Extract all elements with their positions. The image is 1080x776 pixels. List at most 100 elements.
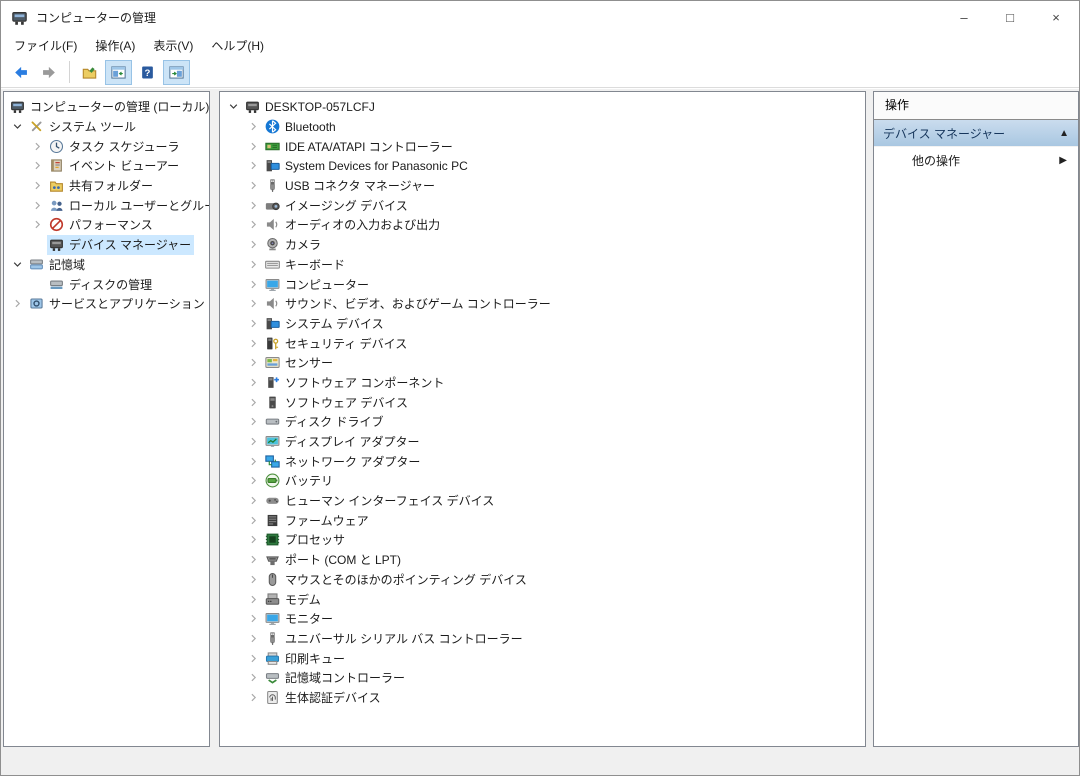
chevron-collapsed-icon[interactable] — [244, 356, 263, 370]
chevron-collapsed-icon[interactable] — [244, 257, 263, 271]
console-tree-item-shared-folders[interactable]: 共有フォルダー — [4, 176, 209, 196]
device-category-cameras[interactable]: カメラ — [220, 235, 865, 255]
menu-file[interactable]: ファイル(F) — [5, 34, 86, 57]
device-category-display-adapters[interactable]: ディスプレイ アダプター — [220, 432, 865, 452]
chevron-collapsed-icon[interactable] — [244, 395, 263, 409]
chevron-collapsed-icon[interactable] — [8, 297, 27, 311]
device-category-mice-pointing-devices[interactable]: マウスとそのほかのポインティング デバイス — [220, 570, 865, 590]
console-tree-item-device-manager[interactable]: デバイス マネージャー — [4, 235, 209, 255]
device-category-audio-inputs-outputs[interactable]: オーディオの入力および出力 — [220, 215, 865, 235]
chevron-collapsed-icon[interactable] — [244, 553, 263, 567]
chevron-collapsed-icon[interactable] — [244, 238, 263, 252]
chevron-collapsed-icon[interactable] — [244, 218, 263, 232]
back-button[interactable] — [7, 60, 34, 85]
console-tree-item-performance[interactable]: パフォーマンス — [4, 215, 209, 235]
chevron-collapsed-icon[interactable] — [244, 690, 263, 704]
chevron-collapsed-icon[interactable] — [244, 277, 263, 291]
folder-up-button[interactable] — [76, 60, 103, 85]
chevron-expanded-icon[interactable] — [8, 257, 27, 271]
chevron-collapsed-icon[interactable] — [28, 159, 47, 173]
device-category-print-queues[interactable]: 印刷キュー — [220, 648, 865, 668]
console-tree-item-local-users-groups[interactable]: ローカル ユーザーとグループ — [4, 195, 209, 215]
device-category-storage-controllers[interactable]: 記憶域コントローラー — [220, 668, 865, 688]
device-category-usb-controllers[interactable]: ユニバーサル シリアル バス コントローラー — [220, 629, 865, 649]
console-tree-item-computer-management[interactable]: コンピューターの管理 (ローカル) — [4, 97, 209, 117]
chevron-collapsed-icon[interactable] — [244, 375, 263, 389]
chevron-expanded-icon[interactable] — [8, 120, 27, 134]
device-category-sensors[interactable]: センサー — [220, 353, 865, 373]
chevron-collapsed-icon[interactable] — [244, 316, 263, 330]
chevron-collapsed-icon[interactable] — [244, 592, 263, 606]
chevron-collapsed-icon[interactable] — [244, 513, 263, 527]
device-category-monitors[interactable]: モニター — [220, 609, 865, 629]
device-category-human-interface-devices[interactable]: ヒューマン インターフェイス デバイス — [220, 491, 865, 511]
chevron-collapsed-icon[interactable] — [244, 297, 263, 311]
device-category-modems[interactable]: モデム — [220, 589, 865, 609]
chevron-collapsed-icon[interactable] — [244, 159, 263, 173]
tree-item-label: プロセッサ — [285, 531, 345, 548]
device-category-network-adapters[interactable]: ネットワーク アダプター — [220, 451, 865, 471]
console-tree-item-disk-management[interactable]: ディスクの管理 — [4, 274, 209, 294]
help-button[interactable]: ? — [134, 60, 161, 85]
chevron-collapsed-icon[interactable] — [244, 474, 263, 488]
console-tree-item-system-tools[interactable]: システム ツール — [4, 117, 209, 137]
device-category-ports-com-lpt[interactable]: ポート (COM と LPT) — [220, 550, 865, 570]
device-category-keyboards[interactable]: キーボード — [220, 255, 865, 275]
chevron-collapsed-icon[interactable] — [244, 631, 263, 645]
minimize-button[interactable]: – — [941, 1, 987, 33]
chevron-collapsed-icon[interactable] — [244, 179, 263, 193]
console-tree-item-storage[interactable]: 記憶域 — [4, 255, 209, 275]
console-tree-item-event-viewer[interactable]: イベント ビューアー — [4, 156, 209, 176]
chevron-collapsed-icon[interactable] — [244, 651, 263, 665]
device-category-system-devices[interactable]: システム デバイス — [220, 314, 865, 334]
device-category-firmware[interactable]: ファームウェア — [220, 510, 865, 530]
chevron-collapsed-icon[interactable] — [28, 179, 47, 193]
menu-help[interactable]: ヘルプ(H) — [202, 34, 273, 57]
device-category-biometric-devices[interactable]: 生体認証デバイス — [220, 688, 865, 708]
chevron-collapsed-icon[interactable] — [244, 533, 263, 547]
chevron-collapsed-icon[interactable] — [28, 139, 47, 153]
device-category-processors[interactable]: プロセッサ — [220, 530, 865, 550]
more-actions-item[interactable]: 他の操作 ▶ — [874, 147, 1078, 174]
chevron-collapsed-icon[interactable] — [244, 435, 263, 449]
device-manager-section-header[interactable]: デバイス マネージャー ▲ — [874, 120, 1078, 147]
chevron-collapsed-icon[interactable] — [244, 139, 263, 153]
device-category-computer[interactable]: コンピューター — [220, 274, 865, 294]
device-category-bluetooth[interactable]: Bluetooth — [220, 117, 865, 137]
maximize-button[interactable]: □ — [987, 1, 1033, 33]
device-category-usb-connector-manager[interactable]: USB コネクタ マネージャー — [220, 176, 865, 196]
chevron-expanded-icon[interactable] — [224, 100, 243, 114]
device-category-sound-video-game-controllers[interactable]: サウンド、ビデオ、およびゲーム コントローラー — [220, 294, 865, 314]
menu-view[interactable]: 表示(V) — [144, 34, 202, 57]
device-category-ide-ata-atapi-controllers[interactable]: IDE ATA/ATAPI コントローラー — [220, 136, 865, 156]
console-tree-item-task-scheduler[interactable]: タスク スケジューラ — [4, 136, 209, 156]
chevron-collapsed-icon[interactable] — [28, 198, 47, 212]
device-category-security-devices[interactable]: セキュリティ デバイス — [220, 333, 865, 353]
console-tree-item-services-applications[interactable]: サービスとアプリケーション — [4, 294, 209, 314]
device-category-batteries[interactable]: バッテリ — [220, 471, 865, 491]
menu-action[interactable]: 操作(A) — [86, 34, 144, 57]
device-category-disk-drives[interactable]: ディスク ドライブ — [220, 412, 865, 432]
chevron-collapsed-icon[interactable] — [244, 120, 263, 134]
chevron-collapsed-icon[interactable] — [244, 415, 263, 429]
chevron-collapsed-icon[interactable] — [28, 218, 47, 232]
chevron-collapsed-icon[interactable] — [244, 572, 263, 586]
console-tree-toggle-button[interactable] — [105, 60, 132, 85]
chevron-collapsed-icon[interactable] — [244, 612, 263, 626]
device-category-system-devices-panasonic[interactable]: System Devices for Panasonic PC — [220, 156, 865, 176]
device-category-desktop-root[interactable]: DESKTOP-057LCFJ — [220, 97, 865, 117]
action-pane-toggle-button[interactable] — [163, 60, 190, 85]
section-title: デバイス マネージャー — [883, 125, 1059, 142]
device-category-software-devices[interactable]: ソフトウェア デバイス — [220, 392, 865, 412]
chevron-collapsed-icon[interactable] — [244, 494, 263, 508]
collapse-icon[interactable]: ▲ — [1059, 128, 1069, 139]
chevron-collapsed-icon[interactable] — [244, 454, 263, 468]
chevron-collapsed-icon[interactable] — [244, 198, 263, 212]
device-category-software-components[interactable]: ソフトウェア コンポーネント — [220, 373, 865, 393]
tree-item-label: ファームウェア — [285, 512, 369, 529]
device-category-imaging-devices[interactable]: イメージング デバイス — [220, 195, 865, 215]
close-button[interactable]: × — [1033, 1, 1079, 33]
chevron-collapsed-icon[interactable] — [244, 336, 263, 350]
chevron-collapsed-icon[interactable] — [244, 671, 263, 685]
forward-button[interactable] — [36, 60, 63, 85]
